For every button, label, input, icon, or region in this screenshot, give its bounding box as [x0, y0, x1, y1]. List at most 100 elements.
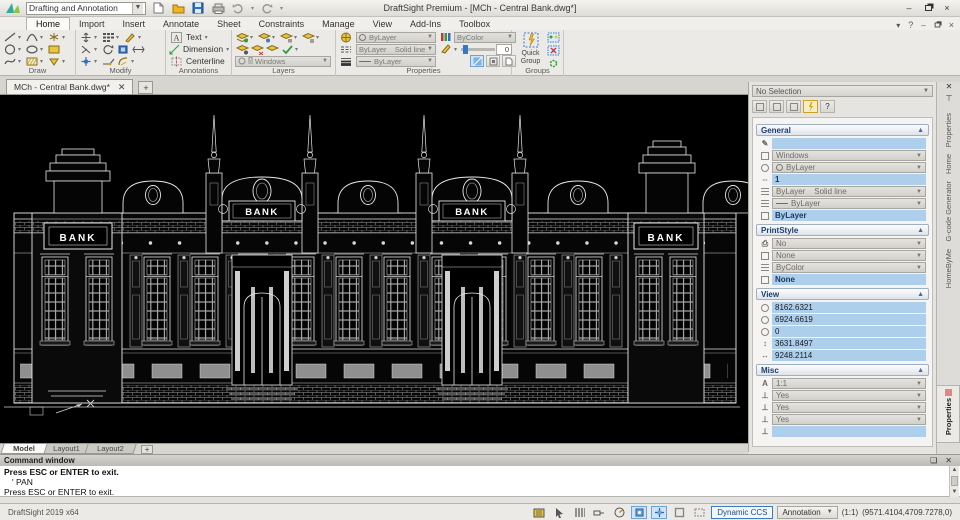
undo-button[interactable]	[230, 1, 246, 15]
misc-field-3[interactable]: Yes▼	[772, 402, 926, 413]
new-file-button[interactable]	[150, 1, 166, 15]
offset-tool-icon[interactable]	[131, 43, 145, 55]
side-tab-properties-active[interactable]: Properties	[936, 385, 960, 443]
tab-home[interactable]: Home	[26, 17, 70, 30]
side-tab-gcode[interactable]: G-code Generator	[944, 181, 953, 241]
printarea-toggle-icon[interactable]	[691, 506, 707, 519]
layer-isolate-icon[interactable]	[250, 43, 264, 55]
rotate-tool-icon[interactable]	[101, 43, 115, 55]
minimize-button[interactable]: –	[903, 3, 915, 14]
pattern-tool-icon[interactable]	[101, 31, 115, 43]
tab-layout2[interactable]: Layout2	[85, 444, 137, 454]
lineweight-field[interactable]: ByLayer▼	[772, 198, 926, 209]
view-center-y[interactable]: 6924.6619	[772, 314, 926, 325]
scroll-up-icon[interactable]: ▲	[950, 466, 959, 475]
line-tool-icon[interactable]	[3, 31, 17, 43]
pointer-mode-icon[interactable]	[551, 506, 567, 519]
annotation-scale-field[interactable]: 1:1▼	[772, 378, 926, 389]
view-center-z[interactable]: 0	[772, 326, 926, 337]
trim-tool-icon[interactable]	[79, 43, 93, 55]
mdi-minimize-icon[interactable]: –	[921, 21, 925, 30]
add-sheet-button[interactable]: +	[141, 445, 153, 454]
layer-off-icon[interactable]	[235, 43, 249, 55]
document-close-icon[interactable]: ✕	[118, 82, 126, 93]
circle-tool-icon[interactable]	[3, 43, 17, 55]
linecolor-picker-icon[interactable]	[339, 31, 353, 43]
command-float-icon[interactable]: ❏	[930, 456, 937, 465]
layer-state-icon[interactable]	[301, 31, 315, 43]
quick-select-button[interactable]	[769, 100, 784, 113]
section-view[interactable]: View▲	[756, 288, 929, 300]
snap-settings-icon[interactable]	[531, 506, 547, 519]
ortho-toggle-icon[interactable]	[591, 506, 607, 519]
annotation-scale-dropdown[interactable]: Annotation▼	[777, 506, 837, 519]
select-matching-button[interactable]	[786, 100, 801, 113]
point-tool-icon[interactable]	[47, 31, 61, 43]
close-button[interactable]: ×	[941, 3, 953, 14]
view-height[interactable]: 3631.8497	[772, 338, 926, 349]
undo-dropdown-caret[interactable]: ▾	[251, 5, 254, 12]
layer-unisolate-icon[interactable]	[265, 43, 279, 55]
mdi-close-icon[interactable]: ×	[949, 20, 954, 30]
layers-manager-icon[interactable]	[235, 31, 249, 43]
section-misc[interactable]: Misc▲	[756, 364, 929, 376]
grid-toggle-icon[interactable]	[571, 506, 587, 519]
line-color-dropdown[interactable]: ByLayer▼	[356, 32, 436, 43]
section-general[interactable]: General▲	[756, 124, 929, 136]
select-entities-button[interactable]	[752, 100, 767, 113]
centerline-tool-label[interactable]: Centerline	[186, 56, 225, 66]
side-tab-homebyme[interactable]: HomeByMe	[944, 249, 953, 288]
edit-tool-icon[interactable]	[123, 31, 137, 43]
ps-field-1[interactable]: No▼	[772, 238, 926, 249]
palette-pin-icon[interactable]: ⊤	[937, 94, 960, 106]
match-properties-icon[interactable]	[439, 43, 453, 55]
document-tab[interactable]: MCh - Central Bank.dwg* ✕	[6, 79, 133, 94]
active-layer-dropdown[interactable]: Windows ▼	[235, 56, 331, 67]
layer-check-icon[interactable]	[280, 43, 294, 55]
save-button[interactable]	[190, 1, 206, 15]
redo-dropdown-caret[interactable]: ▾	[280, 5, 283, 12]
command-window-log[interactable]: Press ESC or ENTER to exit. ' PAN Press …	[0, 466, 960, 497]
tab-toolbox[interactable]: Toolbox	[450, 18, 499, 30]
misc-field-5[interactable]	[772, 426, 926, 437]
ungroup-icon[interactable]	[546, 44, 560, 56]
tab-annotate[interactable]: Annotate	[154, 18, 208, 30]
group-edit-icon[interactable]	[546, 31, 560, 43]
help-icon[interactable]: ?	[908, 20, 913, 30]
section-printstyle[interactable]: PrintStyle▲	[756, 224, 929, 236]
tab-view[interactable]: View	[364, 18, 401, 30]
dimension-tool-icon[interactable]	[169, 43, 180, 55]
transparency-slider[interactable]	[461, 48, 495, 51]
restore-button[interactable]	[922, 3, 934, 14]
drawing-canvas[interactable]: BANK BANK	[0, 95, 748, 443]
text-tool-label[interactable]: Text	[186, 32, 202, 42]
palette-help-button[interactable]: ?	[820, 100, 835, 113]
dimension-tool-label[interactable]: Dimension	[183, 44, 223, 54]
tab-import[interactable]: Import	[70, 18, 114, 30]
general-edit-field[interactable]	[772, 138, 926, 149]
layer-field[interactable]: Windows▼	[772, 150, 926, 161]
bycolor-dropdown[interactable]: ByColor▼	[454, 32, 516, 43]
misc-field-4[interactable]: Yes▼	[772, 414, 926, 425]
tab-manage[interactable]: Manage	[313, 18, 364, 30]
linestyle-field[interactable]: ByLayer Solid line▼	[772, 186, 926, 197]
ps-field-4[interactable]: None	[772, 274, 926, 285]
tab-addins[interactable]: Add-Ins	[401, 18, 450, 30]
layer-lock-icon[interactable]	[279, 31, 293, 43]
linestyle-picker-icon[interactable]	[339, 43, 353, 55]
new-document-tab-button[interactable]: +	[138, 81, 153, 94]
command-close-icon[interactable]: ✕	[945, 456, 952, 465]
redo-button[interactable]	[259, 1, 275, 15]
ps-field-3[interactable]: ByColor▼	[772, 262, 926, 273]
command-scrollbar[interactable]: ▲ ▼	[949, 466, 959, 497]
layer-freeze-icon[interactable]	[257, 31, 271, 43]
workspace-selector[interactable]: Drafting and Annotation▼	[26, 2, 146, 15]
side-tab-properties[interactable]: Properties	[944, 113, 953, 147]
esnap-toggle-icon[interactable]	[631, 506, 647, 519]
ellipse-tool-icon[interactable]	[25, 43, 39, 55]
dynamic-ccs-button[interactable]: Dynamic CCS	[711, 506, 773, 519]
move-tool-icon[interactable]	[79, 31, 93, 43]
mdi-restore-icon[interactable]	[934, 23, 940, 28]
print-button[interactable]	[210, 1, 226, 15]
ps-field-2[interactable]: None▼	[772, 250, 926, 261]
